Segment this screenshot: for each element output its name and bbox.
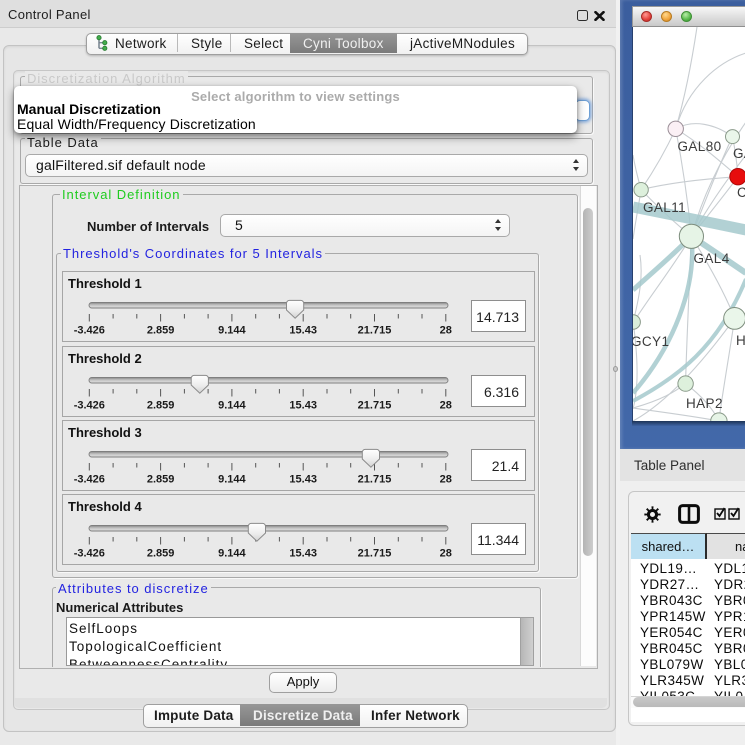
svg-text:-3.426: -3.426	[74, 400, 105, 412]
svg-text:9.144: 9.144	[218, 474, 246, 486]
svg-text:28: 28	[440, 325, 452, 337]
svg-text:21.715: 21.715	[358, 400, 392, 412]
svg-text:28: 28	[440, 400, 452, 412]
svg-text:-3.426: -3.426	[74, 325, 105, 337]
svg-text:15.43: 15.43	[289, 325, 317, 337]
svg-text:-3.426: -3.426	[74, 548, 105, 560]
svg-text:GAL4: GAL4	[694, 251, 730, 266]
svg-text:CY: CY	[737, 185, 745, 200]
svg-text:2.859: 2.859	[147, 548, 175, 560]
svg-text:21.715: 21.715	[358, 325, 392, 337]
svg-text:9.144: 9.144	[218, 548, 246, 560]
svg-text:28: 28	[440, 474, 452, 486]
svg-text:15.43: 15.43	[289, 474, 317, 486]
svg-text:9.144: 9.144	[218, 325, 246, 337]
svg-text:2.859: 2.859	[147, 325, 175, 337]
svg-text:H: H	[736, 333, 745, 348]
svg-text:GAL80: GAL80	[678, 139, 722, 154]
svg-text:21.715: 21.715	[358, 474, 392, 486]
svg-text:15.43: 15.43	[289, 400, 317, 412]
svg-text:15.43: 15.43	[289, 548, 317, 560]
svg-text:GCY1: GCY1	[633, 334, 669, 349]
svg-text:GAL11: GAL11	[643, 200, 686, 215]
svg-text:2.859: 2.859	[147, 400, 175, 412]
svg-text:2.859: 2.859	[147, 474, 175, 486]
svg-text:HAP2: HAP2	[686, 396, 723, 411]
svg-text:28: 28	[440, 548, 452, 560]
svg-text:21.715: 21.715	[358, 548, 392, 560]
svg-text:9.144: 9.144	[218, 400, 246, 412]
svg-text:GA: GA	[733, 146, 745, 161]
svg-text:-3.426: -3.426	[74, 474, 105, 486]
